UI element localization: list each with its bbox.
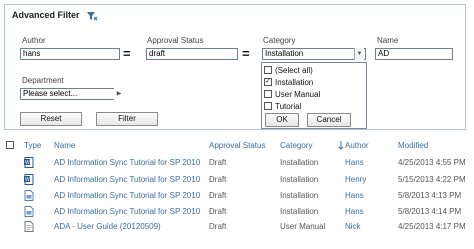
checkbox-tutorial[interactable] [264,102,272,110]
author-equals: = [123,46,131,61]
option-installation[interactable]: ✓ Installation [262,76,366,88]
approval-status-cell: Draft [209,191,227,200]
department-label: Department [22,76,64,85]
author-input[interactable]: hans [20,48,120,60]
table-row: AD Information Sync Tutorial for SP 2010… [0,190,474,207]
approval-status-input[interactable]: draft [146,48,238,60]
modified-cell: 4/25/2013 4:17 PM [398,222,466,231]
category-cell: Installation [280,175,319,184]
document-name-link[interactable]: AD Information Sync Tutorial for SP 2010 [54,157,200,168]
column-header-category[interactable]: Category [280,141,312,150]
select-all-rows-checkbox[interactable] [6,141,14,149]
modified-cell: 5/8/2013 4:13 PM [398,191,462,200]
author-label: Author [22,36,46,45]
category-select-value: Installation [265,49,304,58]
checkbox-user-manual[interactable] [264,90,272,98]
approval-status-cell: Draft [209,207,227,216]
option-label: User Manual [275,89,321,99]
chevron-right-icon[interactable]: ▶ [114,88,124,100]
word-doc-icon: W [24,174,34,185]
cancel-button[interactable]: Cancel [307,113,351,127]
generic-doc-icon [24,190,34,201]
chevron-down-icon[interactable]: ▼ [354,48,364,60]
column-header-approval-status[interactable]: Approval Status [209,141,265,150]
category-cell: Installation [280,207,319,216]
table-row: W AD Information Sync Tutorial for SP 20… [0,157,474,174]
option-label: (Select all) [275,65,313,75]
column-header-author[interactable]: Author [345,141,369,150]
modified-cell: 5/15/2013 4:22 PM [398,175,466,184]
option-select-all[interactable]: (Select all) [262,64,366,76]
name-label: Name [377,36,399,45]
svg-text:W: W [25,177,30,183]
filter-icon[interactable] [86,10,98,22]
sort-arrow-icon [338,141,344,150]
category-cell: Installation [280,158,319,167]
option-tutorial[interactable]: Tutorial [262,100,366,112]
category-label: Category [263,36,296,45]
modified-cell: 4/25/2013 4:55 PM [398,158,466,167]
ok-button[interactable]: OK [265,113,299,127]
document-name-link[interactable]: AD Information Sync Tutorial for SP 2010 [54,206,200,217]
author-link[interactable]: Hans [345,157,364,168]
filter-button[interactable]: Filter [96,112,158,126]
author-link[interactable]: Hans [345,206,364,217]
department-select[interactable]: Please select... [20,88,124,100]
svg-text:W: W [25,160,30,166]
document-name-link[interactable]: ADA - User Guide (20120509) [54,221,161,232]
document-name-link[interactable]: AD Information Sync Tutorial for SP 2010 [54,174,200,185]
column-header-name[interactable]: Name [54,141,75,150]
approval-equals: = [242,46,250,61]
modified-cell: 5/8/2013 4:14 PM [398,207,462,216]
approval-status-cell: Draft [209,158,227,167]
author-link[interactable]: Hans [345,190,364,201]
category-cell: Installation [280,191,319,200]
approval-status-cell: Draft [209,175,227,184]
column-header-modified[interactable]: Modified [398,141,428,150]
author-link[interactable]: Henry [345,174,366,185]
option-label: Installation [275,77,314,87]
category-cell: User Manual [280,222,326,231]
option-label: Tutorial [275,101,302,111]
approval-status-cell: Draft [209,222,227,231]
author-link[interactable]: Nick [345,221,361,232]
name-input[interactable]: AD [375,48,453,60]
column-header-type[interactable]: Type [24,141,41,150]
department-select-value: Please select... [23,89,78,98]
document-name-link[interactable]: AD Information Sync Tutorial for SP 2010 [54,190,200,201]
word-doc-icon: W [24,157,34,168]
panel-title: Advanced Filter [12,10,80,20]
category-dropdown: (Select all) ✓ Installation User Manual … [261,62,367,129]
category-select[interactable]: Installation [262,48,366,60]
reset-button[interactable]: Reset [20,112,82,126]
approval-status-label: Approval Status [147,36,204,45]
checkbox-installation[interactable]: ✓ [264,78,272,86]
text-doc-icon [24,221,34,232]
checkbox-select-all[interactable] [264,66,272,74]
generic-doc-icon [24,206,34,217]
option-user-manual[interactable]: User Manual [262,88,366,100]
table-row: ADA - User Guide (20120509) Draft User M… [0,221,474,238]
table-row: W AD Information Sync Tutorial for SP 20… [0,174,474,191]
